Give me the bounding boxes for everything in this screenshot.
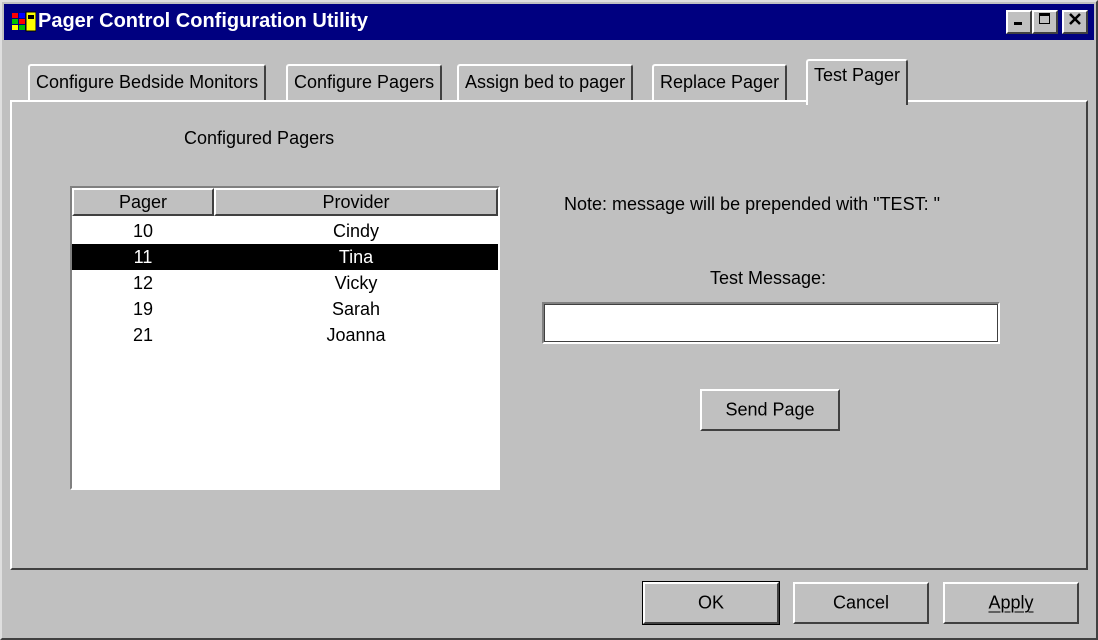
test-pager-panel: Configured Pagers Pager Provider 10 Cind… (10, 100, 1088, 570)
cancel-label: Cancel (832, 592, 890, 613)
prepend-note: Note: message will be prepended with "TE… (564, 194, 940, 214)
maximize-button[interactable] (1032, 10, 1058, 34)
cancel-button[interactable]: Cancel (793, 582, 929, 624)
list-item[interactable]: 12 Vicky (72, 270, 498, 296)
tab-label: Configure Pagers (294, 72, 435, 92)
column-header-provider[interactable]: Provider (214, 188, 498, 216)
list-item[interactable]: 21 Joanna (72, 322, 498, 348)
provider-cell: Sarah (331, 299, 381, 319)
close-button[interactable] (1062, 10, 1088, 34)
pager-list[interactable]: Pager Provider 10 Cindy 11 Tina 12 Vicky… (70, 186, 500, 490)
provider-cell: Vicky (334, 273, 378, 293)
tab-configure-pagers[interactable]: Configure Pagers (286, 64, 443, 102)
minimize-button[interactable] (1006, 10, 1032, 34)
tab-label: Test Pager (814, 65, 901, 85)
test-message-label: Test Message: (710, 268, 827, 288)
pager-cell: 11 (133, 247, 153, 267)
configured-pagers-heading: Configured Pagers (184, 128, 335, 148)
apply-button[interactable]: Apply (943, 582, 1079, 624)
column-header-pager[interactable]: Pager (72, 188, 214, 216)
send-page-button[interactable]: Send Page (700, 389, 840, 431)
ok-button[interactable]: OK (642, 581, 780, 625)
send-page-label: Send Page (725, 399, 815, 420)
pager-cell: 10 (132, 221, 154, 241)
tab-configure-bedside-monitors[interactable]: Configure Bedside Monitors (28, 64, 267, 102)
close-icon (1069, 13, 1081, 25)
tab-label: Assign bed to pager (465, 72, 626, 92)
tab-test-pager[interactable]: Test Pager (806, 59, 909, 105)
tab-assign-bed-to-pager[interactable]: Assign bed to pager (457, 64, 634, 102)
tab-label: Replace Pager (660, 72, 780, 92)
list-header: Pager Provider (72, 188, 498, 216)
tab-replace-pager[interactable]: Replace Pager (652, 64, 788, 102)
list-item[interactable]: 10 Cindy (72, 218, 498, 244)
app-icon (12, 11, 36, 32)
maximize-icon (1039, 13, 1050, 24)
pager-cell: 21 (132, 325, 154, 345)
provider-cell: Cindy (332, 221, 380, 241)
ok-label: OK (697, 592, 724, 613)
pager-cell: 19 (132, 299, 154, 319)
app-window: Pager Control Configuration Utility Conf… (0, 0, 1098, 640)
list-item-selected[interactable]: 11 Tina (72, 244, 498, 270)
window-title: Pager Control Configuration Utility (38, 10, 368, 32)
test-message-input[interactable] (544, 304, 998, 342)
minimize-icon (1014, 22, 1022, 25)
list-item[interactable]: 19 Sarah (72, 296, 498, 322)
provider-cell: Joanna (326, 325, 386, 345)
provider-cell: Tina (338, 247, 374, 267)
tab-label: Configure Bedside Monitors (36, 72, 259, 92)
title-bar[interactable]: Pager Control Configuration Utility (4, 4, 1094, 40)
pager-cell: 12 (132, 273, 154, 293)
test-message-field[interactable] (542, 302, 1000, 344)
apply-label: Apply (988, 592, 1034, 613)
